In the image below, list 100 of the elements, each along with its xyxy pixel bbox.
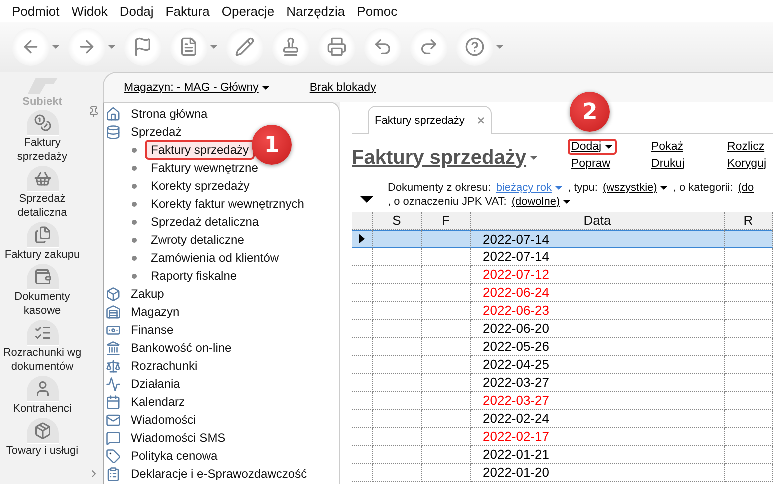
nav-item[interactable]: Kontrahenci bbox=[0, 374, 85, 416]
bullet-icon bbox=[132, 274, 137, 278]
tree-item[interactable]: Zamówienia od klientów bbox=[145, 248, 286, 268]
table-cell bbox=[725, 230, 773, 248]
table-cell bbox=[373, 266, 422, 284]
tree-item[interactable]: Zwroty detaliczne bbox=[145, 230, 250, 250]
table-cell bbox=[373, 320, 422, 338]
table-cell[interactable] bbox=[352, 356, 373, 374]
pin-icon[interactable] bbox=[88, 106, 100, 118]
tree-item[interactable]: Kalendarz bbox=[125, 392, 192, 412]
table-cell[interactable] bbox=[352, 410, 373, 428]
tree-item[interactable]: Strona główna bbox=[125, 104, 214, 124]
menu-item[interactable]: Faktura bbox=[160, 4, 216, 18]
column-header[interactable]: R bbox=[725, 212, 773, 230]
date-cell: 2022-01-21 bbox=[471, 446, 725, 464]
date-cell: 2022-05-26 bbox=[471, 338, 725, 356]
filter-value[interactable]: (dowolne) bbox=[512, 196, 572, 208]
table-cell bbox=[725, 392, 773, 410]
filter-value[interactable]: (wszystkie) bbox=[602, 182, 668, 194]
tree-icon bbox=[106, 124, 121, 140]
table-cell[interactable] bbox=[352, 428, 373, 446]
table-cell[interactable] bbox=[352, 230, 373, 248]
nav-item[interactable]: Towary i usługi bbox=[0, 416, 85, 458]
toolbar-button[interactable] bbox=[68, 28, 116, 66]
table-cell[interactable] bbox=[352, 338, 373, 356]
redo-icon bbox=[419, 37, 439, 57]
action-link[interactable]: Pokaż bbox=[648, 138, 688, 154]
toolbar-button[interactable] bbox=[170, 28, 218, 66]
action-link[interactable]: Rozlicz bbox=[724, 138, 769, 154]
action-link[interactable]: Popraw bbox=[568, 156, 615, 172]
toolbar-button[interactable] bbox=[12, 28, 60, 66]
table-cell bbox=[422, 446, 471, 464]
table-cell bbox=[725, 446, 773, 464]
tree-item[interactable]: Bankowość on-line bbox=[125, 338, 238, 358]
tree-item[interactable]: Wiadomości SMS bbox=[125, 428, 232, 448]
table-cell[interactable] bbox=[352, 266, 373, 284]
menu-item[interactable]: Pomoc bbox=[351, 4, 404, 18]
table-cell bbox=[373, 410, 422, 428]
filter-value[interactable]: bieżący rok bbox=[496, 182, 563, 194]
toolbar-button[interactable] bbox=[456, 28, 504, 66]
nav-item[interactable]: Rozrachunki wg dokumentów bbox=[0, 318, 85, 374]
table-cell bbox=[422, 320, 471, 338]
table-cell bbox=[422, 302, 471, 320]
menu-item[interactable]: Widok bbox=[66, 4, 114, 18]
column-header[interactable]: F bbox=[422, 212, 471, 230]
action-link[interactable]: Dodaj bbox=[568, 138, 617, 154]
tree-item[interactable]: Raporty fiskalne bbox=[145, 266, 244, 286]
tree-item[interactable]: Sprzedaż bbox=[125, 122, 188, 142]
tree-item[interactable]: Rozrachunki bbox=[125, 356, 204, 376]
caret-icon[interactable] bbox=[360, 196, 374, 202]
tab[interactable]: Faktury sprzedaży × bbox=[368, 106, 492, 134]
table-cell[interactable] bbox=[352, 248, 373, 266]
page-title[interactable]: Faktury sprzedaży bbox=[352, 144, 538, 172]
tree-item[interactable]: Polityka cenowa bbox=[125, 446, 224, 466]
table-cell bbox=[373, 248, 422, 266]
date-cell: 2022-01-20 bbox=[471, 464, 725, 482]
column-header[interactable]: S bbox=[373, 212, 422, 230]
table-cell[interactable] bbox=[352, 302, 373, 320]
warehouse-link[interactable]: Magazyn: - MAG - Główny bbox=[124, 82, 270, 94]
tree-item[interactable]: Korekty faktur wewnętrznych bbox=[145, 194, 310, 214]
tree-item[interactable]: Zakup bbox=[125, 284, 170, 304]
table-cell[interactable] bbox=[352, 446, 373, 464]
menu-item[interactable]: Dodaj bbox=[114, 4, 160, 18]
table-cell[interactable] bbox=[352, 392, 373, 410]
menu-item[interactable]: Podmiot bbox=[6, 4, 66, 18]
tree-item[interactable]: Wiadomości bbox=[125, 410, 202, 430]
caret-icon bbox=[496, 45, 504, 49]
table-cell[interactable] bbox=[352, 320, 373, 338]
column-header[interactable]: Data bbox=[471, 212, 725, 230]
tree-item[interactable]: Sprzedaż detaliczna bbox=[145, 212, 266, 232]
tree-icon bbox=[106, 286, 121, 302]
nav-item[interactable]: Faktury sprzedaży bbox=[0, 108, 85, 164]
table-cell bbox=[373, 356, 422, 374]
tree-item[interactable]: Magazyn bbox=[125, 302, 186, 322]
filter-value[interactable]: (do bbox=[738, 182, 754, 194]
tree-item[interactable]: Korekty sprzedaży bbox=[145, 176, 256, 196]
action-link[interactable]: Drukuj bbox=[648, 156, 689, 172]
table-cell[interactable] bbox=[352, 464, 373, 482]
action-link[interactable]: Koryguj bbox=[724, 156, 771, 172]
lock-link[interactable]: Brak blokady bbox=[310, 82, 376, 94]
tree-item[interactable]: Działania bbox=[125, 374, 186, 394]
tree-item[interactable]: Finanse bbox=[125, 320, 180, 340]
caret-icon bbox=[52, 45, 60, 49]
tree-icon bbox=[106, 340, 121, 356]
table-cell bbox=[373, 374, 422, 392]
tree-item[interactable]: Deklaracje i e-Sprawozdawczość bbox=[125, 464, 314, 484]
nav-icon bbox=[34, 268, 52, 286]
nav-item[interactable]: Dokumenty kasowe bbox=[0, 262, 85, 318]
table-cell bbox=[373, 230, 422, 248]
table-cell[interactable] bbox=[352, 284, 373, 302]
table-cell bbox=[725, 248, 773, 266]
table-cell bbox=[373, 284, 422, 302]
nav-item[interactable]: Faktury zakupu bbox=[0, 220, 85, 262]
menu-item[interactable]: Narzędzia bbox=[280, 4, 352, 18]
tree-item[interactable]: Faktury sprzedaży bbox=[145, 140, 256, 160]
table-cell bbox=[422, 266, 471, 284]
table-cell[interactable] bbox=[352, 374, 373, 392]
table-cell bbox=[422, 428, 471, 446]
nav-item[interactable]: Sprzedaż detaliczna bbox=[0, 164, 85, 220]
menu-item[interactable]: Operacje bbox=[216, 4, 281, 18]
